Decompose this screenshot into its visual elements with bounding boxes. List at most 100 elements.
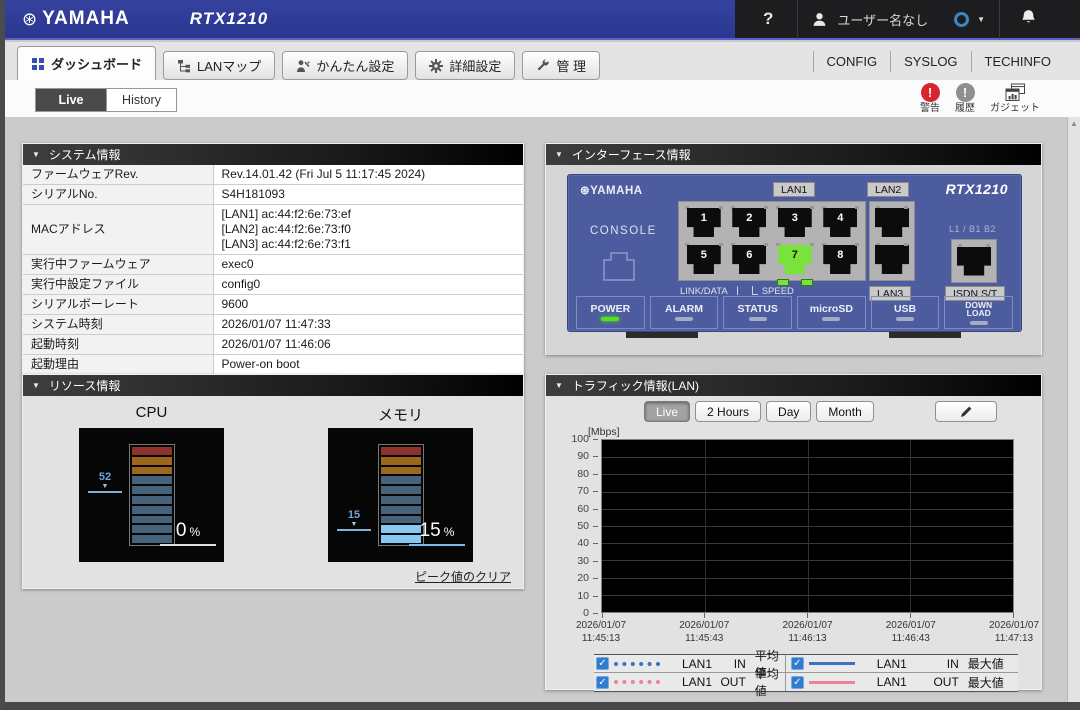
resource-info-panel: ▼ リソース情報 CPU メモリ 52▼ 0% 15▼ 15% ピーク値のクリア xyxy=(22,374,524,589)
lan1-port-1[interactable]: 1 xyxy=(682,205,726,240)
system-info-row-value: 2026/01/07 11:46:06 xyxy=(213,335,523,355)
legend-line-sample xyxy=(809,662,855,665)
legend-item-lan1-in-max: ✓LAN1IN最大値 xyxy=(785,655,1018,673)
isdn-port-jack xyxy=(957,247,991,276)
isdn-port-block xyxy=(951,239,997,283)
indicator-usb: USB xyxy=(871,296,940,329)
history-icon: ! xyxy=(956,83,975,102)
traffic-info-header[interactable]: ▼ トラフィック情報(LAN) xyxy=(546,375,1041,396)
system-info-row-value: Power-on boot xyxy=(213,355,523,375)
lan1-port-6[interactable]: 6 xyxy=(728,242,772,277)
router-indicator-row: POWERALARMSTATUSmicroSDUSBDOWN LOAD xyxy=(576,296,1013,329)
dashboard-content: ▼ システム情報 ファームウェアRev.Rev.14.01.42 (Fri Ju… xyxy=(0,117,1067,702)
legend-checkbox[interactable]: ✓ xyxy=(791,657,804,670)
system-info-row-label: 起動理由 xyxy=(23,355,213,375)
collapse-icon: ▼ xyxy=(32,150,40,159)
system-info-header[interactable]: ▼ システム情報 xyxy=(23,144,523,165)
top-header-right: ? ユーザー名なし ▼ xyxy=(735,0,1080,38)
system-info-row: MACアドレス[LAN1] ac:44:f2:6e:73:ef [LAN2] a… xyxy=(23,205,523,255)
connection-status-indicator[interactable]: ▼ xyxy=(954,12,985,27)
gadget-button[interactable]: ガジェット xyxy=(990,83,1040,114)
lan2-port[interactable] xyxy=(873,205,911,240)
edit-chart-button[interactable] xyxy=(935,401,997,422)
range-button-2hours[interactable]: 2 Hours xyxy=(695,401,761,422)
lan1-port-jack-6: 6 xyxy=(732,245,766,274)
gridline xyxy=(910,440,911,612)
traffic-info-panel: ▼ トラフィック情報(LAN) Live2 HoursDayMonth [Mbp… xyxy=(545,374,1042,690)
syslog-link[interactable]: SYSLOG xyxy=(890,51,970,72)
x-axis-tick-mark xyxy=(1013,613,1014,618)
vertical-scrollbar[interactable]: ▲ xyxy=(1067,117,1080,702)
isdn-port[interactable] xyxy=(955,243,993,279)
lan1-port-7[interactable]: 7 xyxy=(773,242,817,277)
brand-area: ⊛YAMAHA RTX1210 xyxy=(0,0,735,38)
history-log-button[interactable]: ! 履歴 xyxy=(955,83,975,114)
top-header: ⊛YAMAHA RTX1210 ? ユーザー名なし ▼ xyxy=(0,0,1080,40)
techinfo-link[interactable]: TECHINFO xyxy=(971,51,1064,72)
tab-admin-label: 管 理 xyxy=(556,56,586,75)
help-button[interactable]: ? xyxy=(753,9,783,29)
lan1-port-jack-2: 2 xyxy=(732,208,766,237)
lan1-port-5[interactable]: 5 xyxy=(682,242,726,277)
tab-detailed-setup[interactable]: 詳細設定 xyxy=(415,51,515,80)
rtx1210-dashboard-screen: ⊛YAMAHA RTX1210 ? ユーザー名なし ▼ ダッシュボードLANマッ… xyxy=(0,0,1080,710)
system-info-row: 実行中設定ファイルconfig0 xyxy=(23,275,523,295)
range-button-month[interactable]: Month xyxy=(816,401,873,422)
system-info-row: 実行中ファームウェアexec0 xyxy=(23,255,523,275)
cpu-usage-value: 0% xyxy=(160,520,216,546)
legend-checkbox[interactable]: ✓ xyxy=(791,676,804,689)
tab-admin[interactable]: 管 理 xyxy=(522,51,600,80)
live-tab[interactable]: Live xyxy=(36,89,106,111)
y-axis-tick-mark xyxy=(593,474,598,475)
indicator-alarm: ALARM xyxy=(650,296,719,329)
history-tab[interactable]: History xyxy=(106,89,176,111)
lan1-port-8[interactable]: 8 xyxy=(819,242,863,277)
resource-info-header[interactable]: ▼ リソース情報 xyxy=(23,375,523,396)
tab-dashboard[interactable]: ダッシュボード xyxy=(17,46,156,80)
system-info-row-value: 2026/01/07 11:47:33 xyxy=(213,315,523,335)
y-axis-tick: 90 xyxy=(577,450,589,462)
clear-peak-link[interactable]: ピーク値のクリア xyxy=(415,568,511,585)
range-button-day[interactable]: Day xyxy=(766,401,811,422)
lan1-port-2[interactable]: 2 xyxy=(728,205,772,240)
user-icon xyxy=(812,12,827,27)
tab-easy-setup[interactable]: かんたん設定 xyxy=(282,51,408,80)
range-button-live[interactable]: Live xyxy=(644,401,690,422)
gridline xyxy=(808,440,809,612)
legend-interface: LAN1 xyxy=(877,657,925,671)
system-info-title: システム情報 xyxy=(49,146,121,163)
wrench-icon xyxy=(536,59,550,73)
y-axis-tick-mark xyxy=(593,613,598,614)
tab-lan-map[interactable]: LANマップ xyxy=(163,51,275,80)
plot-area xyxy=(601,439,1014,613)
notifications-button[interactable] xyxy=(1014,9,1043,29)
legend-checkbox[interactable]: ✓ xyxy=(596,657,609,670)
system-info-row-value: Rev.14.01.42 (Fri Jul 5 11:17:45 2024) xyxy=(213,165,523,185)
x-axis: 2026/01/07 11:45:132026/01/07 11:45:4320… xyxy=(601,619,1014,647)
console-label: CONSOLE xyxy=(590,225,657,237)
system-info-row: 起動時刻2026/01/07 11:46:06 xyxy=(23,335,523,355)
lan3-port[interactable] xyxy=(873,242,911,277)
lan1-port-3[interactable]: 3 xyxy=(773,205,817,240)
interface-info-header[interactable]: ▼ インターフェース情報 xyxy=(546,144,1041,165)
legend-stat: 最大値 xyxy=(968,674,1004,691)
warning-button[interactable]: ! 警告 xyxy=(920,83,940,114)
lan3-port-jack xyxy=(875,245,909,274)
lan2-label: LAN2 xyxy=(867,182,909,197)
username: ユーザー名なし xyxy=(837,10,928,29)
gauge-segment xyxy=(132,506,172,514)
config-link[interactable]: CONFIG xyxy=(813,51,891,72)
lan1-port-4[interactable]: 4 xyxy=(819,205,863,240)
user-menu[interactable]: ユーザー名なし xyxy=(812,10,928,29)
easy-setup-icon xyxy=(296,59,310,73)
lan-map-icon xyxy=(177,59,191,73)
legend-checkbox[interactable]: ✓ xyxy=(596,676,609,689)
main-tab-bar: ダッシュボードLANマップかんたん設定詳細設定 管 理 CONFIGSYSLOGT… xyxy=(5,42,1080,80)
router-model-label: RTX1210 xyxy=(946,181,1008,197)
legend-interface: LAN1 xyxy=(682,657,719,671)
y-axis-tick-mark xyxy=(593,596,598,597)
indicator-label: USB xyxy=(894,304,916,315)
microsd-led xyxy=(822,317,840,321)
legend-stat: 平均値 xyxy=(755,665,783,699)
system-info-row: 起動理由Power-on boot xyxy=(23,355,523,375)
